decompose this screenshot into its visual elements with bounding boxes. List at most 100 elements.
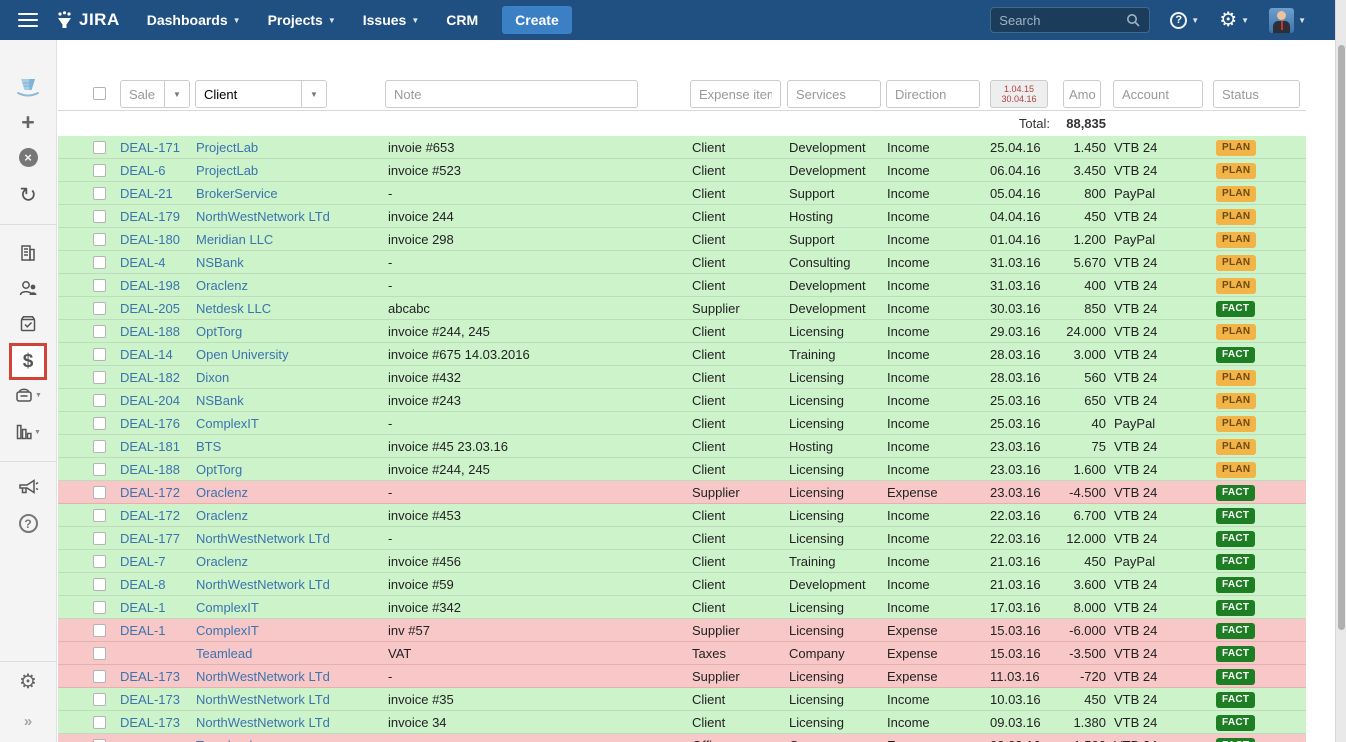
help-menu[interactable]: ? ▼ bbox=[1170, 12, 1199, 29]
counterparty-link[interactable]: NorthWestNetwork LTd bbox=[196, 669, 388, 684]
expense-items-filter-input[interactable] bbox=[690, 80, 781, 108]
app-switcher-icon[interactable] bbox=[18, 13, 38, 27]
status-badge[interactable]: FACT bbox=[1216, 485, 1255, 501]
row-checkbox[interactable] bbox=[93, 716, 106, 729]
status-badge[interactable]: FACT bbox=[1216, 623, 1255, 639]
create-button[interactable]: Create bbox=[502, 6, 572, 34]
counterparty-link[interactable]: OptTorg bbox=[196, 462, 388, 477]
redo-icon[interactable]: ↻ bbox=[0, 185, 56, 207]
row-checkbox[interactable] bbox=[93, 371, 106, 384]
counterparty-link[interactable]: Oraclenz bbox=[196, 278, 388, 293]
row-checkbox[interactable] bbox=[93, 440, 106, 453]
row-checkbox[interactable] bbox=[93, 670, 106, 683]
status-badge[interactable]: FACT bbox=[1216, 508, 1255, 524]
status-badge[interactable]: PLAN bbox=[1216, 416, 1256, 432]
deal-key-link[interactable]: DEAL-14 bbox=[120, 347, 196, 362]
counterparty-link[interactable]: Oraclenz bbox=[196, 485, 388, 500]
sidebar-help-icon[interactable]: ? bbox=[0, 514, 56, 533]
counterparty-link[interactable]: NorthWestNetwork LTd bbox=[196, 531, 388, 546]
status-badge[interactable]: PLAN bbox=[1216, 439, 1256, 455]
row-checkbox[interactable] bbox=[93, 486, 106, 499]
note-filter-input[interactable] bbox=[385, 80, 638, 108]
deal-key-link[interactable]: DEAL-181 bbox=[120, 439, 196, 454]
status-badge[interactable]: FACT bbox=[1216, 646, 1255, 662]
deal-key-link[interactable]: DEAL-172 bbox=[120, 508, 196, 523]
row-checkbox[interactable] bbox=[93, 233, 106, 246]
counterparty-link[interactable]: ComplexIT bbox=[196, 600, 388, 615]
status-filter-input[interactable] bbox=[1213, 80, 1300, 108]
select-all-checkbox[interactable] bbox=[93, 87, 106, 100]
status-badge[interactable]: FACT bbox=[1216, 554, 1255, 570]
deal-key-link[interactable]: DEAL-7 bbox=[120, 554, 196, 569]
status-badge[interactable]: PLAN bbox=[1216, 278, 1256, 294]
archive-icon[interactable]: ▼ bbox=[0, 386, 56, 404]
status-badge[interactable]: PLAN bbox=[1216, 370, 1256, 386]
deal-key-link[interactable]: DEAL-198 bbox=[120, 278, 196, 293]
status-badge[interactable]: FACT bbox=[1216, 692, 1255, 708]
deal-key-link[interactable]: DEAL-21 bbox=[120, 186, 196, 201]
counterparty-link[interactable]: NorthWestNetwork LTd bbox=[196, 209, 388, 224]
counterparty-link[interactable]: NorthWestNetwork LTd bbox=[196, 692, 388, 707]
deal-key-link[interactable]: DEAL-179 bbox=[120, 209, 196, 224]
counterparty-link[interactable]: Open University bbox=[196, 347, 388, 362]
row-checkbox[interactable] bbox=[93, 693, 106, 706]
deal-key-link[interactable]: DEAL-4 bbox=[120, 255, 196, 270]
deal-key-link[interactable]: DEAL-188 bbox=[120, 462, 196, 477]
deal-key-link[interactable]: DEAL-1 bbox=[120, 600, 196, 615]
counterparty-select[interactable]: Client ▼ bbox=[195, 80, 327, 108]
search-input[interactable] bbox=[999, 13, 1126, 28]
counterparty-link[interactable]: NSBank bbox=[196, 255, 388, 270]
deal-key-link[interactable]: DEAL-188 bbox=[120, 324, 196, 339]
deal-key-link[interactable]: DEAL-172 bbox=[120, 485, 196, 500]
deal-key-link[interactable]: DEAL-177 bbox=[120, 531, 196, 546]
counterparty-link[interactable]: NorthWestNetwork LTd bbox=[196, 577, 388, 592]
status-badge[interactable]: FACT bbox=[1216, 600, 1255, 616]
row-checkbox[interactable] bbox=[93, 532, 106, 545]
status-badge[interactable]: FACT bbox=[1216, 669, 1255, 685]
contacts-icon[interactable] bbox=[0, 278, 56, 298]
status-badge[interactable]: PLAN bbox=[1216, 255, 1256, 271]
reports-icon[interactable]: ▼ bbox=[0, 423, 56, 441]
deal-key-link[interactable]: DEAL-6 bbox=[120, 163, 196, 178]
counterparty-link[interactable]: Netdesk LLC bbox=[196, 301, 388, 316]
announcement-icon[interactable] bbox=[0, 477, 56, 497]
counterparty-link[interactable]: BTS bbox=[196, 439, 388, 454]
row-checkbox[interactable] bbox=[93, 279, 106, 292]
counterparty-link[interactable]: ProjectLab bbox=[196, 163, 388, 178]
products-icon[interactable] bbox=[0, 314, 56, 334]
deal-key-link[interactable]: DEAL-176 bbox=[120, 416, 196, 431]
row-checkbox[interactable] bbox=[93, 624, 106, 637]
counterparty-link[interactable]: NorthWestNetwork LTd bbox=[196, 715, 388, 730]
status-badge[interactable]: PLAN bbox=[1216, 186, 1256, 202]
counterparty-link[interactable]: ComplexIT bbox=[196, 623, 388, 638]
dropdown-button[interactable]: ▼ bbox=[164, 81, 189, 107]
status-badge[interactable]: PLAN bbox=[1216, 324, 1256, 340]
deal-key-link[interactable]: DEAL-1 bbox=[120, 623, 196, 638]
dropdown-button[interactable]: ▼ bbox=[301, 81, 326, 107]
close-icon[interactable]: × bbox=[0, 148, 56, 167]
row-checkbox[interactable] bbox=[93, 647, 106, 660]
counterparty-link[interactable]: Teamlead bbox=[196, 738, 388, 742]
counterparty-link[interactable]: Oraclenz bbox=[196, 508, 388, 523]
row-checkbox[interactable] bbox=[93, 325, 106, 338]
deal-key-link[interactable]: DEAL-173 bbox=[120, 669, 196, 684]
direction-filter-input[interactable] bbox=[886, 80, 980, 108]
amount-filter-input[interactable] bbox=[1063, 80, 1101, 108]
nav-issues[interactable]: Issues▼ bbox=[363, 12, 420, 28]
user-profile-menu[interactable]: ▼ bbox=[1269, 8, 1306, 33]
counterparty-link[interactable]: ComplexIT bbox=[196, 416, 388, 431]
companies-icon[interactable] bbox=[0, 243, 56, 263]
row-checkbox[interactable] bbox=[93, 164, 106, 177]
counterparty-link[interactable]: Dixon bbox=[196, 370, 388, 385]
row-checkbox[interactable] bbox=[93, 578, 106, 591]
row-checkbox[interactable] bbox=[93, 601, 106, 614]
vertical-scrollbar[interactable] bbox=[1335, 0, 1346, 742]
scrollbar-thumb[interactable] bbox=[1338, 45, 1345, 630]
status-badge[interactable]: PLAN bbox=[1216, 209, 1256, 225]
row-checkbox[interactable] bbox=[93, 141, 106, 154]
status-badge[interactable]: FACT bbox=[1216, 715, 1255, 731]
services-filter-input[interactable] bbox=[787, 80, 881, 108]
status-badge[interactable]: PLAN bbox=[1216, 140, 1256, 156]
jira-logo[interactable]: JIRA bbox=[55, 10, 120, 30]
transaction-type-select[interactable]: Sale ▼ bbox=[120, 80, 190, 108]
